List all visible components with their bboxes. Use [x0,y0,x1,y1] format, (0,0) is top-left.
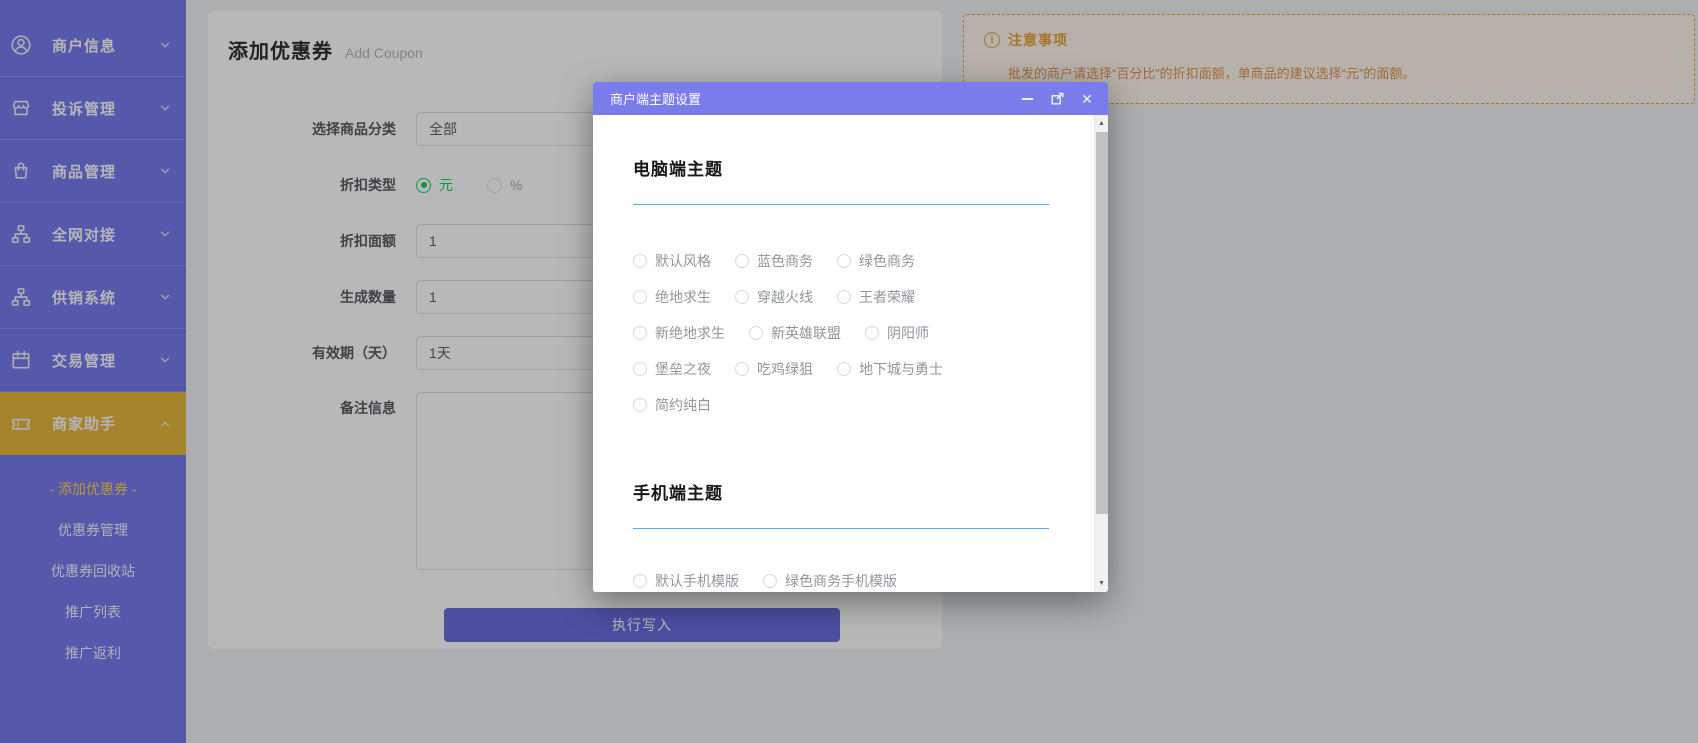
pc-theme-heading: 电脑端主题 [633,155,1049,180]
radio-unchecked-icon [837,254,851,268]
theme-option[interactable]: 阴阳师 [865,323,929,343]
window-controls: ✕ [1019,91,1095,107]
radio-unchecked-icon [633,254,647,268]
close-button[interactable]: ✕ [1079,91,1095,107]
radio-unchecked-icon [837,362,851,376]
theme-option-label: 阴阳师 [887,323,929,343]
theme-option-label: 王者荣耀 [859,287,915,307]
theme-option[interactable]: 蓝色商务 [735,251,813,271]
theme-option[interactable]: 绿色商务手机模版 [763,571,897,591]
minimize-icon [1022,98,1033,100]
maximize-button[interactable] [1049,91,1065,107]
pc-theme-options: 默认风格蓝色商务绿色商务 绝地求生穿越火线王者荣耀 新绝地求生新英雄联盟阴阳师 … [633,251,1049,415]
theme-option-label: 吃鸡绿狙 [757,359,813,379]
radio-unchecked-icon [865,326,879,340]
radio-unchecked-icon [735,290,749,304]
maximize-icon [1051,92,1064,105]
theme-option[interactable]: 王者荣耀 [837,287,915,307]
theme-option-label: 地下城与勇士 [859,359,943,379]
theme-option[interactable]: 绿色商务 [837,251,915,271]
radio-unchecked-icon [735,254,749,268]
theme-option-label: 绿色商务 [859,251,915,271]
close-icon: ✕ [1081,92,1093,106]
phone-theme-options: 默认手机模版绿色商务手机模版 简约风格手机模版 [633,571,1049,592]
radio-unchecked-icon [735,362,749,376]
theme-option-label: 绿色商务手机模版 [785,571,897,591]
theme-option[interactable]: 新绝地求生 [633,323,725,343]
theme-option[interactable]: 简约纯白 [633,395,711,415]
theme-option-label: 蓝色商务 [757,251,813,271]
theme-option[interactable]: 新英雄联盟 [749,323,841,343]
theme-option[interactable]: 默认风格 [633,251,711,271]
radio-unchecked-icon [633,290,647,304]
theme-option[interactable]: 堡垒之夜 [633,359,711,379]
theme-option[interactable]: 穿越火线 [735,287,813,307]
theme-option-label: 简约纯白 [655,395,711,415]
theme-option-label: 默认风格 [655,251,711,271]
theme-option-label: 默认手机模版 [655,571,739,591]
theme-option[interactable]: 地下城与勇士 [837,359,943,379]
phone-theme-heading: 手机端主题 [633,479,1049,504]
radio-unchecked-icon [633,326,647,340]
theme-option-label: 穿越火线 [757,287,813,307]
theme-option-label: 堡垒之夜 [655,359,711,379]
minimize-button[interactable] [1019,91,1035,107]
radio-unchecked-icon [633,398,647,412]
scrollbar-down-arrow[interactable]: ▼ [1095,576,1108,591]
modal-title: 商户端主题设置 [610,89,701,108]
radio-unchecked-icon [749,326,763,340]
theme-option-label: 绝地求生 [655,287,711,307]
modal-scrollbar[interactable]: ▲ ▼ [1094,115,1108,592]
theme-option[interactable]: 吃鸡绿狙 [735,359,813,379]
radio-unchecked-icon [763,574,777,588]
scrollbar-up-arrow[interactable]: ▲ [1095,116,1108,131]
theme-option-label: 新英雄联盟 [771,323,841,343]
scrollbar-thumb[interactable] [1096,132,1108,514]
theme-settings-modal: 商户端主题设置 ✕ 电脑端主题 默认风格 蓝色商务 绿色商务 绝地求生 穿越火线 王者荣… [593,82,1108,592]
section-divider [633,528,1049,529]
radio-unchecked-icon [837,290,851,304]
radio-unchecked-icon [633,574,647,588]
radio-unchecked-icon [633,362,647,376]
modal-header: 商户端主题设置 ✕ [593,82,1108,115]
theme-option-label: 新绝地求生 [655,323,725,343]
section-divider [633,204,1049,205]
theme-option[interactable]: 默认手机模版 [633,571,739,591]
modal-body: 电脑端主题 默认风格 蓝色商务 绿色商务 绝地求生 穿越火线 王者荣耀 新绝地求生 新英雄… [593,115,1108,592]
theme-option[interactable]: 绝地求生 [633,287,711,307]
